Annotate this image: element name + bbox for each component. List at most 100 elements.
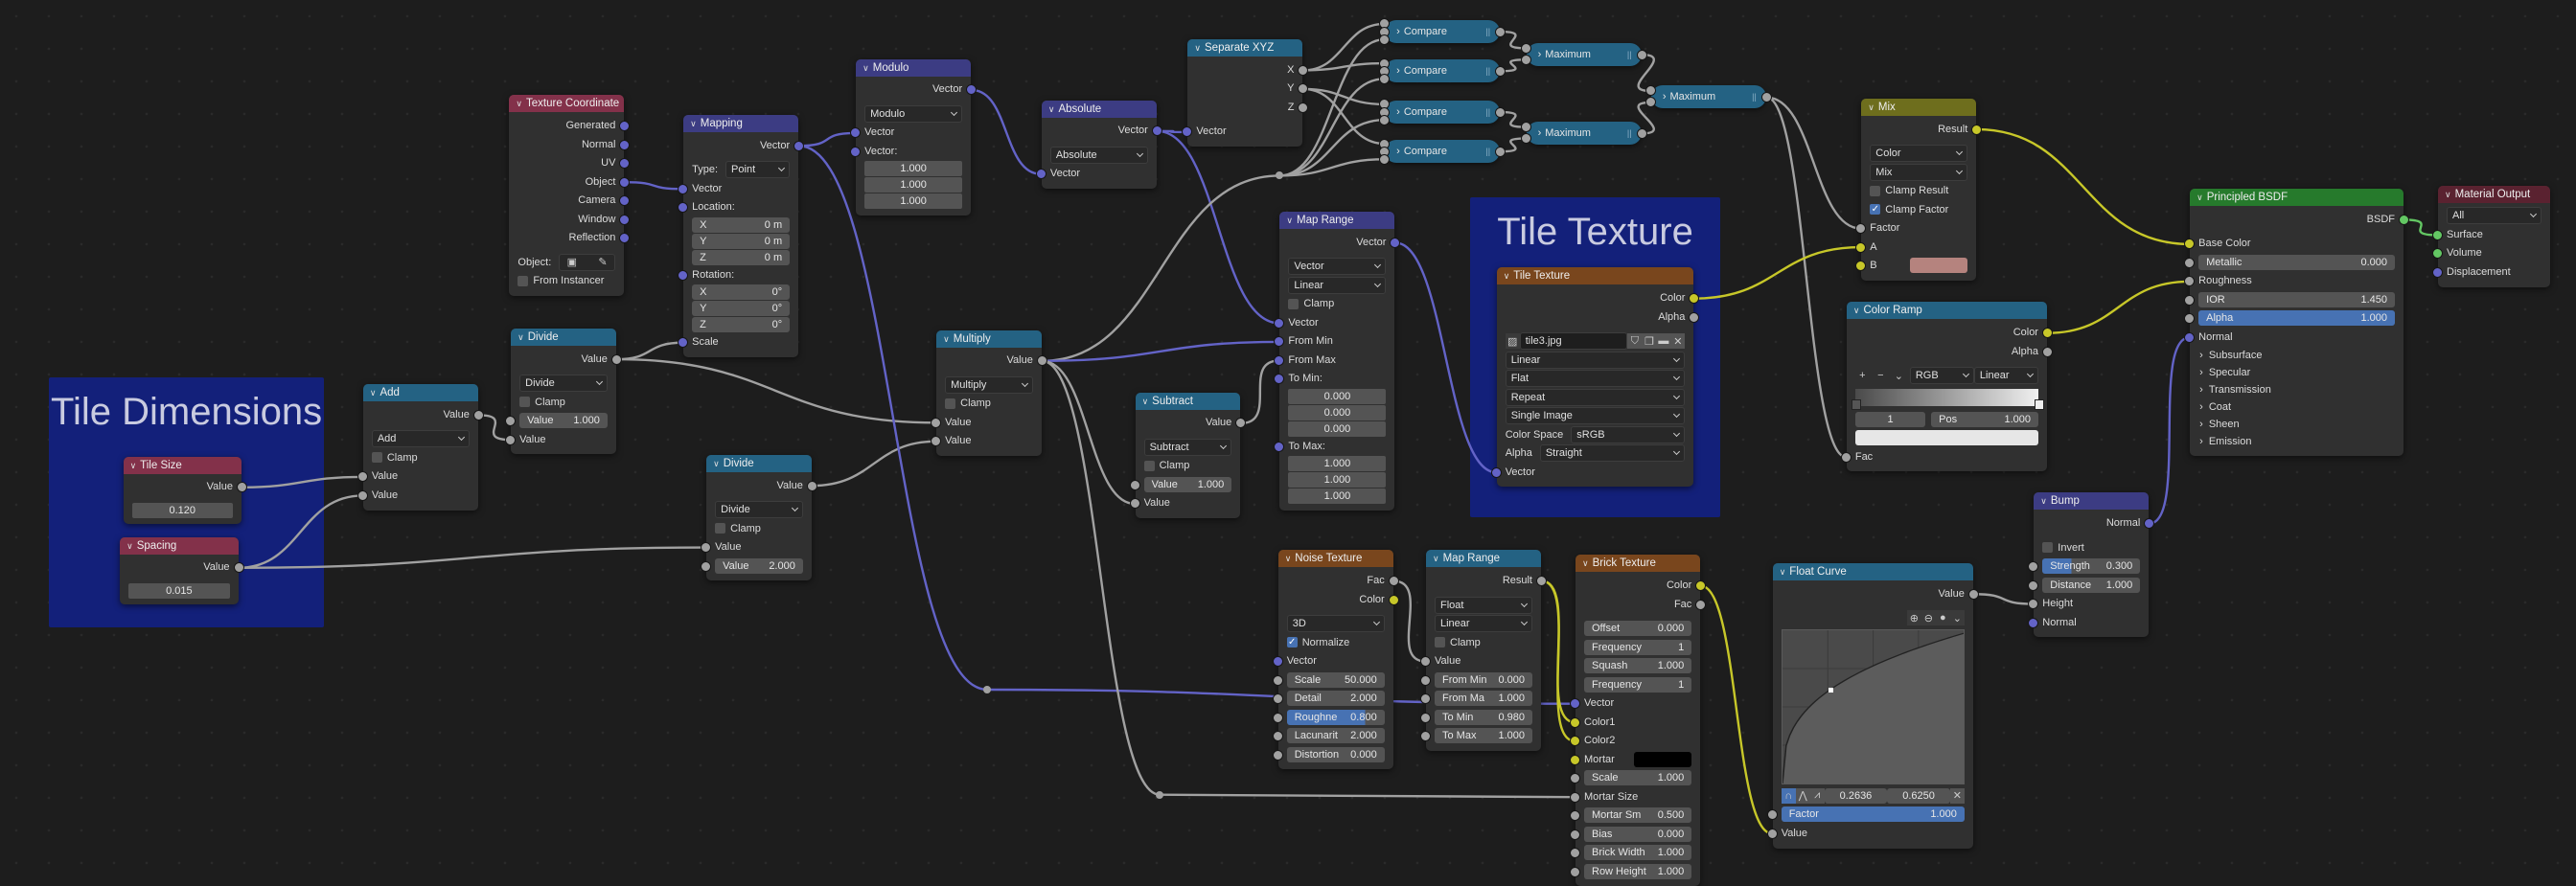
- node-header[interactable]: ∨ Color Ramp: [1846, 302, 2047, 320]
- float-socket[interactable]: [1379, 114, 1391, 125]
- field-alpha[interactable]: Alpha 1.000: [2198, 310, 2395, 327]
- vector-socket[interactable]: [1035, 169, 1046, 180]
- collapse-chevron-icon[interactable]: ∨: [1285, 550, 1292, 567]
- node-spacing[interactable]: ∨ Spacing Value 0.015: [120, 536, 244, 605]
- collapse-chevron-icon[interactable]: ∨: [1868, 99, 1874, 116]
- value-field[interactable]: 0.000: [1288, 404, 1387, 420]
- checkbox[interactable]: [371, 452, 382, 464]
- node-compare2[interactable]: › Compare ||: [1379, 57, 1506, 84]
- value-field[interactable]: 1.000: [864, 161, 963, 177]
- reroute-point[interactable]: [1156, 790, 1164, 799]
- float-socket[interactable]: [931, 436, 942, 447]
- checkbox[interactable]: [1870, 185, 1881, 196]
- color-socket[interactable]: [2184, 239, 2196, 250]
- link-multiply-to-rr1[interactable]: [1042, 174, 1280, 363]
- node-header[interactable]: ∨ Tile Texture: [1496, 267, 1694, 285]
- node-max1[interactable]: › Maximum ||: [1520, 42, 1647, 66]
- collapse-chevron-icon[interactable]: ∨: [1286, 212, 1293, 229]
- stop-position-field[interactable]: Pos 1.000: [1931, 411, 2038, 427]
- node-header[interactable]: ∨ Texture Coordinate: [509, 95, 625, 113]
- node-header[interactable]: ∨ Mix: [1861, 98, 1977, 116]
- panel-label[interactable]: Emission: [2209, 436, 2252, 447]
- float-socket[interactable]: [701, 560, 712, 572]
- vector-socket[interactable]: [1272, 656, 1283, 668]
- node-header[interactable]: ∨ Divide: [706, 454, 812, 472]
- link-noise-to-maprange2[interactable]: [1393, 579, 1426, 663]
- float-socket[interactable]: [1298, 83, 1309, 95]
- value-field[interactable]: 1.000: [1288, 456, 1387, 472]
- float-socket[interactable]: [1129, 479, 1140, 490]
- vector-socket[interactable]: [2184, 331, 2196, 343]
- link-sepxyz-to-compare2[interactable]: [1302, 61, 1385, 72]
- dropdown-divide[interactable]: Divide: [715, 501, 803, 519]
- vector-socket[interactable]: [1274, 441, 1285, 452]
- dropdown-absolute[interactable]: Absolute: [1049, 146, 1148, 164]
- dropdown-point[interactable]: Point: [725, 161, 791, 179]
- field-scale[interactable]: Scale 50.000: [1286, 671, 1385, 688]
- float-socket[interactable]: [1520, 133, 1531, 145]
- chevron-right-icon[interactable]: ›: [2199, 401, 2203, 413]
- field-factor[interactable]: Factor 1.000: [1781, 806, 1965, 823]
- node-bump[interactable]: ∨ Bump Normal Invert Strength 0.300 Distance 1.…: [2028, 492, 2155, 638]
- chevron-right-icon[interactable]: ›: [1396, 106, 1400, 118]
- node-maprange1[interactable]: ∨ Map Range Vector Vector Linear Clamp Vector F…: [1274, 212, 1401, 511]
- float-socket[interactable]: [2184, 294, 2196, 306]
- color-socket[interactable]: [2041, 328, 2053, 339]
- float-socket[interactable]: [233, 562, 244, 574]
- checkbox[interactable]: [945, 398, 956, 409]
- float-socket[interactable]: [1570, 810, 1580, 822]
- point-y-field[interactable]: 0.6250: [1887, 787, 1950, 804]
- checkbox[interactable]: [1143, 460, 1155, 471]
- delete-point-icon[interactable]: ✕: [1949, 787, 1965, 804]
- chevron-right-icon[interactable]: ›: [1663, 91, 1667, 102]
- collapse-chevron-icon[interactable]: ∨: [862, 59, 869, 77]
- dropdown-linear[interactable]: Linear: [1435, 615, 1532, 633]
- vector-socket[interactable]: [794, 140, 805, 151]
- vector-socket[interactable]: [619, 121, 631, 132]
- node-mix[interactable]: ∨ Mix Result Color Mix Clamp Result ✓ Clamp Fac…: [1855, 98, 1983, 281]
- free-handle-icon[interactable]: ⩘: [1809, 787, 1825, 804]
- panel-label[interactable]: Transmission: [2209, 384, 2271, 396]
- vector-socket[interactable]: [619, 214, 631, 225]
- color-socket[interactable]: [1855, 241, 1867, 253]
- float-socket[interactable]: [505, 434, 517, 445]
- float-socket[interactable]: [1570, 848, 1580, 859]
- dropdown-add[interactable]: Add: [371, 430, 470, 448]
- node-header[interactable]: ∨ Bump: [2034, 492, 2150, 511]
- link-mix-to-bsdf[interactable]: [1976, 127, 2190, 246]
- field-metallic[interactable]: Metallic 0.000: [2198, 254, 2395, 270]
- dropdown-flat[interactable]: Flat: [1505, 370, 1686, 388]
- node-tilesize[interactable]: ∨ Tile Size Value 0.120: [123, 456, 247, 525]
- float-socket[interactable]: [2028, 579, 2039, 591]
- chevron-right-icon[interactable]: ›: [1538, 49, 1542, 60]
- field-distortion[interactable]: Distortion 0.000: [1286, 746, 1385, 762]
- collapse-chevron-icon[interactable]: ∨: [1194, 39, 1201, 57]
- float-socket[interactable]: [1520, 42, 1531, 54]
- node-compare3[interactable]: › Compare ||: [1379, 99, 1506, 125]
- float-socket[interactable]: [1520, 54, 1531, 65]
- float-socket[interactable]: [1379, 153, 1391, 165]
- object-picker[interactable]: ▣ ✎: [559, 253, 616, 271]
- ramp-menu-icon[interactable]: ⌄: [1892, 368, 1906, 383]
- link-max3-to-mix[interactable]: [1766, 96, 1861, 230]
- node-colorramp[interactable]: ∨ Color Ramp Color Alpha + − ⌄ RGB Linear 1 Pos 1.0…: [1840, 302, 2053, 472]
- node-header[interactable]: ∨ Divide: [511, 328, 616, 346]
- field-from-min[interactable]: From Min 0.000: [1435, 671, 1532, 688]
- node-header[interactable]: ∨ Float Curve: [1772, 563, 1973, 580]
- float-socket[interactable]: [356, 471, 368, 483]
- link-divide2-to-multiply[interactable]: [812, 440, 936, 488]
- color-stop-handle[interactable]: [1851, 398, 1861, 410]
- field-mortar-sm[interactable]: Mortar Sm 0.500: [1584, 807, 1692, 824]
- float-socket[interactable]: [1379, 34, 1391, 45]
- vector-socket[interactable]: [2144, 518, 2155, 530]
- add-stop-icon[interactable]: +: [1855, 368, 1870, 383]
- node-header[interactable]: ∨ Add: [362, 384, 478, 402]
- value-field[interactable]: 1.000: [1288, 488, 1387, 505]
- float-socket[interactable]: [1644, 85, 1656, 97]
- color-swatch[interactable]: [1634, 751, 1692, 767]
- node-header[interactable]: ∨ Map Range: [1426, 550, 1541, 568]
- node-tiletex[interactable]: ∨ Tile Texture Color Alpha ▨ tile3.jpg ⛉ ❐ ▬ ✕ Lin…: [1490, 267, 1700, 488]
- dropdown-all[interactable]: All: [2447, 207, 2542, 225]
- float-socket[interactable]: [1840, 451, 1852, 463]
- field-row-height[interactable]: Row Height 1.000: [1584, 863, 1692, 879]
